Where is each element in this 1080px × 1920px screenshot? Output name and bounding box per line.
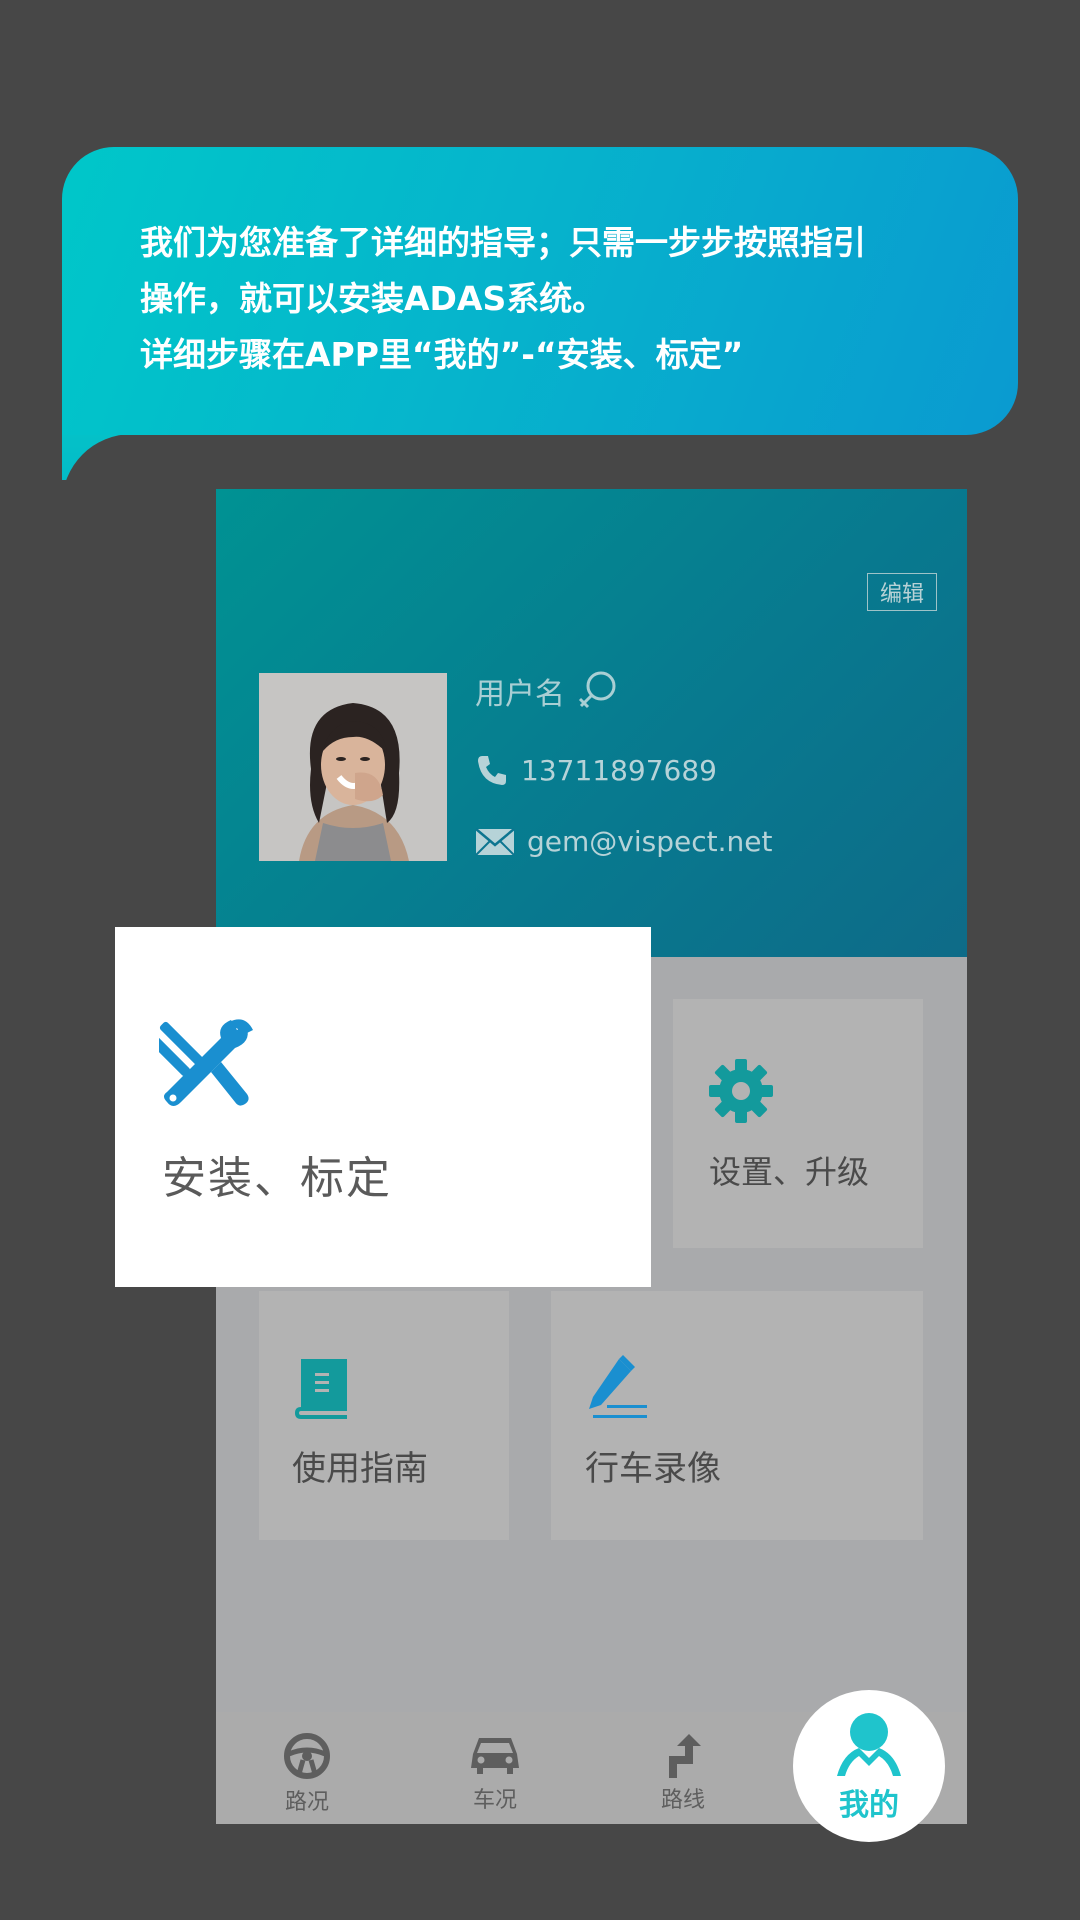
recording-label: 行车录像 [585, 1449, 721, 1489]
tab-road[interactable]: 路况 [257, 1712, 357, 1824]
bubble-line-3: 详细步骤在APP里“我的”-“安装、标定” [140, 335, 744, 374]
instruction-bubble: 我们为您准备了详细的指导；只需一步步按照指引 操作，就可以安装ADAS系统。 详… [62, 147, 1018, 435]
tab-car[interactable]: 车况 [445, 1712, 545, 1824]
avatar-photo [259, 673, 447, 861]
settings-label: 设置、升级 [709, 1153, 870, 1191]
settings-tile[interactable]: 设置、升级 [673, 999, 923, 1248]
tab-car-label: 车况 [472, 1788, 517, 1813]
guide-tile[interactable]: 使用指南 [259, 1291, 509, 1540]
install-calibrate-label: 安装、标定 [162, 1153, 392, 1204]
avatar[interactable] [259, 673, 447, 861]
mail-icon [475, 827, 515, 856]
guide-label: 使用指南 [292, 1449, 428, 1489]
edit-button[interactable]: 编辑 [867, 573, 937, 611]
tab-road-label: 路况 [284, 1790, 329, 1815]
steering-wheel-icon [284, 1733, 330, 1779]
book-icon [295, 1359, 347, 1419]
tab-route-label: 路线 [660, 1788, 705, 1813]
tab-route[interactable]: 路线 [633, 1712, 733, 1824]
install-calibrate-tile[interactable]: 安装、标定 [115, 927, 651, 1287]
tools-icon [159, 1019, 253, 1106]
phone-icon [478, 756, 506, 785]
bubble-line-2: 操作，就可以安装ADAS系统。 [140, 279, 606, 318]
pen-icon [589, 1355, 647, 1418]
email-row: gem@vispect.net [475, 825, 772, 858]
tab-me-label: 我的 [839, 1788, 899, 1823]
profile-header: 编辑 用户名 13711897689 gem@vispect.net [216, 489, 967, 957]
tab-me[interactable]: 我的 [793, 1690, 945, 1842]
user-icon [837, 1713, 901, 1776]
phone-number: 13711897689 [521, 753, 717, 787]
username: 用户名 [475, 677, 565, 712]
gear-icon [709, 1059, 773, 1123]
email-address: gem@vispect.net [527, 825, 773, 858]
female-gender-icon [578, 671, 616, 709]
phone-row: 13711897689 [475, 753, 717, 787]
car-icon [471, 1738, 519, 1774]
username-row: 用户名 [475, 669, 619, 713]
bubble-line-1: 我们为您准备了详细的指导；只需一步步按照指引 [140, 223, 866, 262]
recording-tile[interactable]: 行车录像 [551, 1291, 923, 1540]
route-arrow-icon [669, 1734, 701, 1778]
